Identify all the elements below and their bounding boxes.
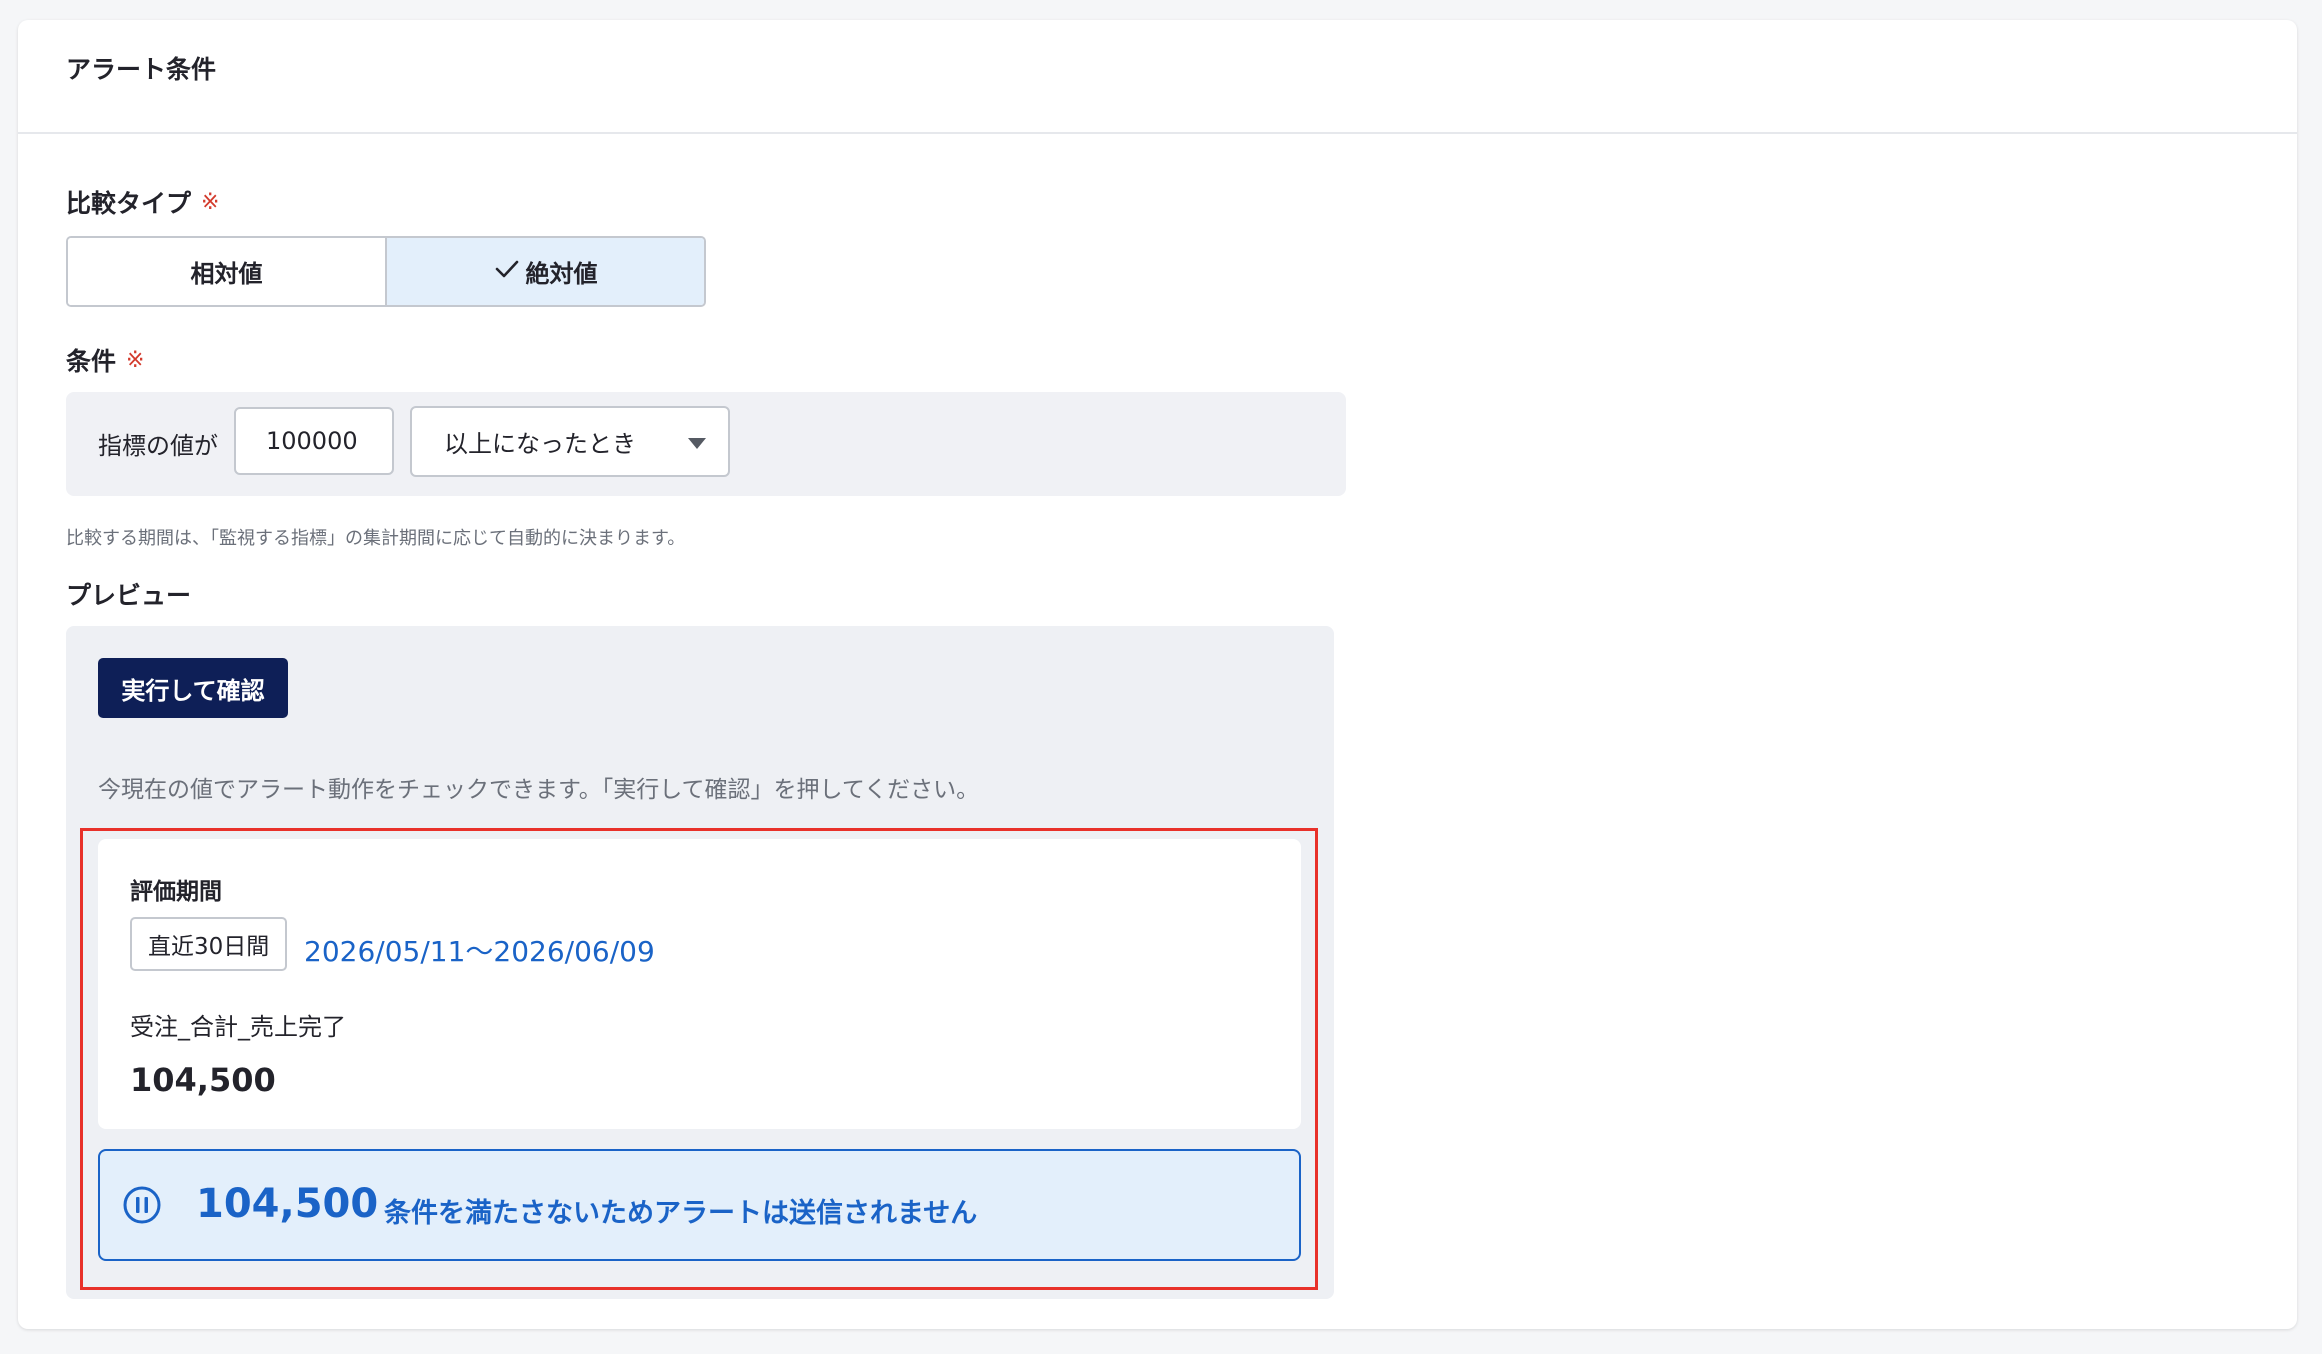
relative-value-option[interactable]: 相対値 [68, 238, 385, 305]
required-mark: ※ [126, 347, 145, 373]
check-icon [494, 258, 520, 286]
preview-hint: 今現在の値でアラート動作をチェックできます。「実行して確認」を押してください。 [98, 777, 980, 803]
run-and-check-button[interactable]: 実行して確認 [98, 658, 288, 718]
evaluation-period-title: 評価期間 [130, 879, 222, 905]
result-card: 評価期間 直近30日間 2026/05/11〜2026/06/09 受注_合計_… [98, 839, 1301, 1129]
condition-label-text: 条件 [66, 347, 117, 376]
operator-select[interactable]: 以上になったとき [410, 406, 730, 477]
comparison-type-label: 比較タイプ ※ [66, 184, 219, 220]
period-range: 2026/05/11〜2026/06/09 [304, 935, 655, 968]
required-mark: ※ [201, 189, 220, 215]
condition-prefix: 指標の値が [98, 432, 218, 460]
period-tag: 直近30日間 [130, 917, 288, 971]
alert-status-bar: 104,500 条件を満たさないためアラートは送信されません [98, 1149, 1301, 1261]
preview-label-text: プレビュー [66, 581, 192, 610]
metric-value: 104,500 [130, 1061, 276, 1099]
chevron-down-icon [688, 438, 706, 449]
comparison-type-label-text: 比較タイプ [66, 189, 192, 218]
condition-helper-text: 比較する期間は、「監視する指標」の集計期間に応じて自動的に決まります。 [66, 528, 686, 549]
card-header: アラート条件 [18, 20, 2297, 134]
result-highlight: 評価期間 直近30日間 2026/05/11〜2026/06/09 受注_合計_… [80, 828, 1318, 1290]
status-value: 104,500 [196, 1181, 379, 1227]
operator-selected-value: 以上になったとき [444, 430, 636, 458]
preview-label: プレビュー [66, 576, 191, 612]
relative-value-label: 相対値 [190, 260, 263, 288]
condition-label: 条件 ※ [66, 342, 144, 378]
section-title: アラート条件 [66, 55, 217, 84]
metric-name: 受注_合計_売上完了 [130, 1013, 346, 1041]
pause-circle-icon [122, 1185, 162, 1225]
preview-panel: 実行して確認 今現在の値でアラート動作をチェックできます。「実行して確認」を押し… [66, 626, 1334, 1299]
alert-condition-card: アラート条件 比較タイプ ※ 相対値 絶対値 条件 ※ 指標の値が 以上になった… [18, 20, 2297, 1329]
absolute-value-label: 絶対値 [525, 260, 598, 288]
comparison-type-toggle: 相対値 絶対値 [66, 236, 706, 307]
absolute-value-option[interactable]: 絶対値 [385, 238, 704, 305]
threshold-input[interactable] [234, 407, 394, 475]
condition-box: 指標の値が 以上になったとき [66, 392, 1346, 496]
status-message: 条件を満たさないためアラートは送信されません [384, 1198, 978, 1229]
